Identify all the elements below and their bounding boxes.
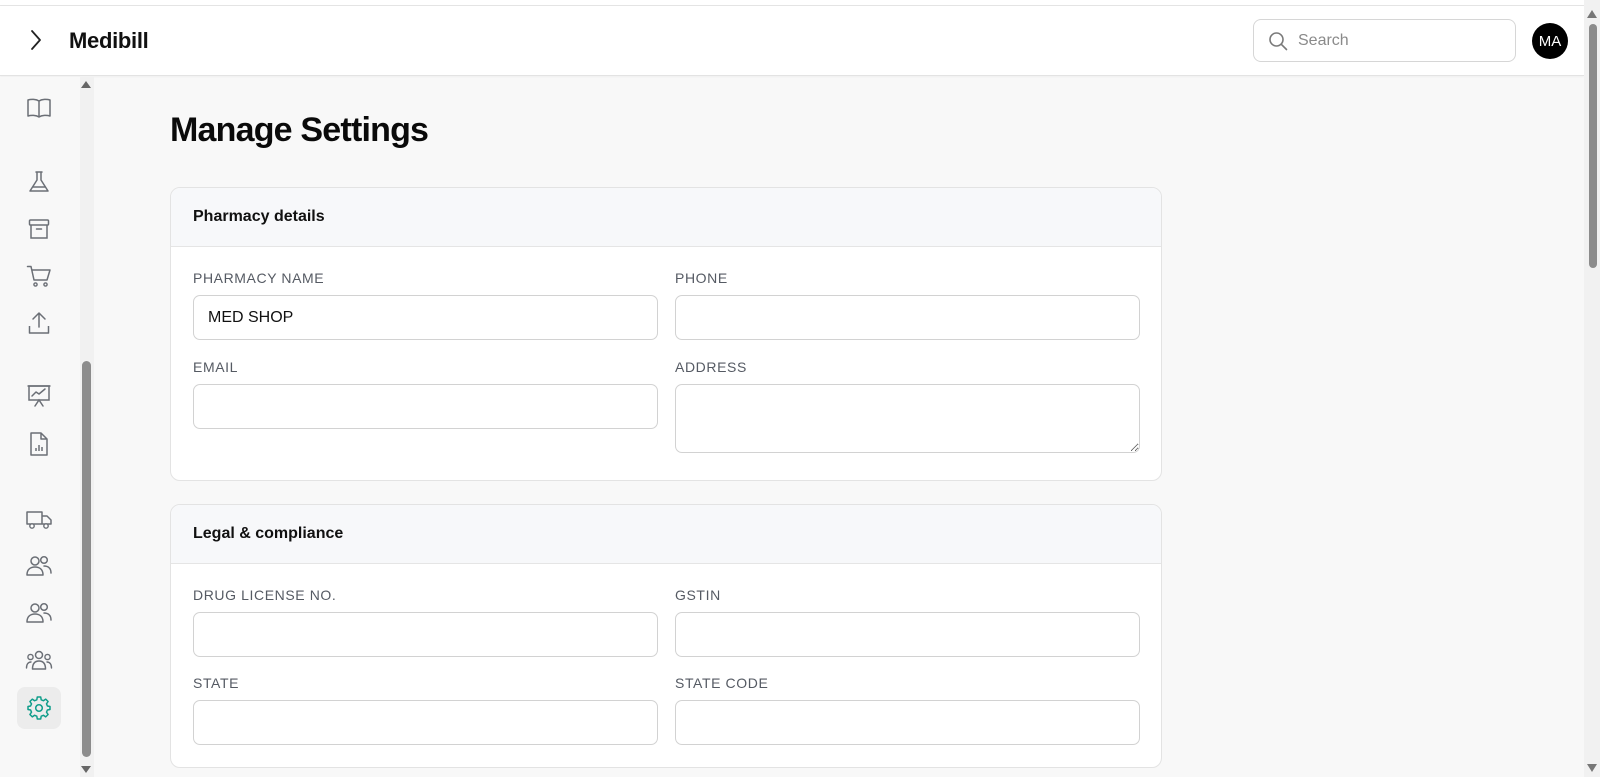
- card-header: Legal & compliance: [171, 505, 1161, 564]
- top-header: Medibill MA: [0, 6, 1584, 76]
- settings-icon: [27, 696, 51, 720]
- pharmacy-details-card: Pharmacy details PHARMACY NAME PHONE EMA…: [170, 187, 1162, 481]
- users-icon: [26, 555, 52, 576]
- report-icon: [30, 432, 48, 456]
- pharmacy-name-label: PHARMACY NAME: [193, 270, 325, 286]
- sidebar-scrollbar-thumb[interactable]: [82, 361, 91, 757]
- sidebar-item-staff[interactable]: [17, 639, 61, 681]
- page-scroll-down-arrow[interactable]: [1587, 764, 1597, 772]
- sidebar-scroll-up-arrow[interactable]: [81, 81, 91, 88]
- sidebar-item-settings[interactable]: [17, 687, 61, 729]
- flask-icon: [29, 171, 49, 192]
- email-label: EMAIL: [193, 359, 239, 375]
- phone-input[interactable]: [675, 295, 1140, 340]
- sidebar-item-delivery[interactable]: [17, 498, 61, 540]
- state-code-input[interactable]: [675, 700, 1140, 745]
- address-textarea[interactable]: [675, 384, 1140, 453]
- pharmacy-name-input[interactable]: [193, 295, 658, 340]
- sidebar-item-suppliers[interactable]: [17, 592, 61, 634]
- drug-license-input[interactable]: [193, 612, 658, 657]
- archive-icon: [28, 219, 50, 239]
- page-title: Manage Settings: [170, 111, 429, 149]
- truck-icon: [26, 511, 52, 529]
- presentation-chart-icon: [27, 385, 51, 407]
- avatar[interactable]: MA: [1532, 23, 1568, 59]
- sidebar: [0, 77, 80, 777]
- sidebar-item-customers[interactable]: [17, 545, 61, 587]
- book-icon: [27, 98, 51, 118]
- sidebar-item-catalog[interactable]: [17, 87, 61, 129]
- legal-compliance-card: Legal & compliance DRUG LICENSE NO. GSTI…: [170, 504, 1162, 768]
- card-header: Pharmacy details: [171, 188, 1161, 247]
- state-input[interactable]: [193, 700, 658, 745]
- sidebar-expand-button[interactable]: [22, 26, 50, 54]
- sidebar-item-lab[interactable]: [17, 161, 61, 203]
- gstin-label: GSTIN: [675, 587, 721, 603]
- sidebar-item-reports[interactable]: [17, 423, 61, 465]
- state-label: STATE: [193, 675, 240, 691]
- sidebar-scroll-down-arrow[interactable]: [81, 766, 91, 773]
- email-input[interactable]: [193, 384, 658, 429]
- page-scroll-up-arrow[interactable]: [1587, 10, 1597, 18]
- gstin-input[interactable]: [675, 612, 1140, 657]
- app-title: Medibill: [69, 28, 149, 53]
- cart-icon: [26, 265, 51, 287]
- chevron-right-icon: [31, 30, 41, 50]
- team-icon: [25, 650, 53, 670]
- sidebar-item-purchases[interactable]: [17, 255, 61, 297]
- drug-license-label: DRUG LICENSE NO.: [193, 587, 337, 603]
- section-heading: Legal & compliance: [193, 525, 344, 542]
- sidebar-item-import[interactable]: [17, 302, 61, 344]
- section-heading: Pharmacy details: [193, 208, 325, 225]
- page-scrollbar-thumb[interactable]: [1589, 24, 1597, 268]
- upload-icon: [28, 312, 50, 334]
- search-icon: [1269, 31, 1288, 50]
- user-group-icon: [26, 602, 52, 623]
- state-code-label: STATE CODE: [675, 675, 769, 691]
- search-input[interactable]: [1298, 31, 1498, 50]
- address-label: ADDRESS: [675, 359, 747, 375]
- sidebar-item-inventory[interactable]: [17, 208, 61, 250]
- search-box[interactable]: [1253, 19, 1516, 62]
- sidebar-item-analytics[interactable]: [17, 375, 61, 417]
- phone-label: PHONE: [675, 270, 728, 286]
